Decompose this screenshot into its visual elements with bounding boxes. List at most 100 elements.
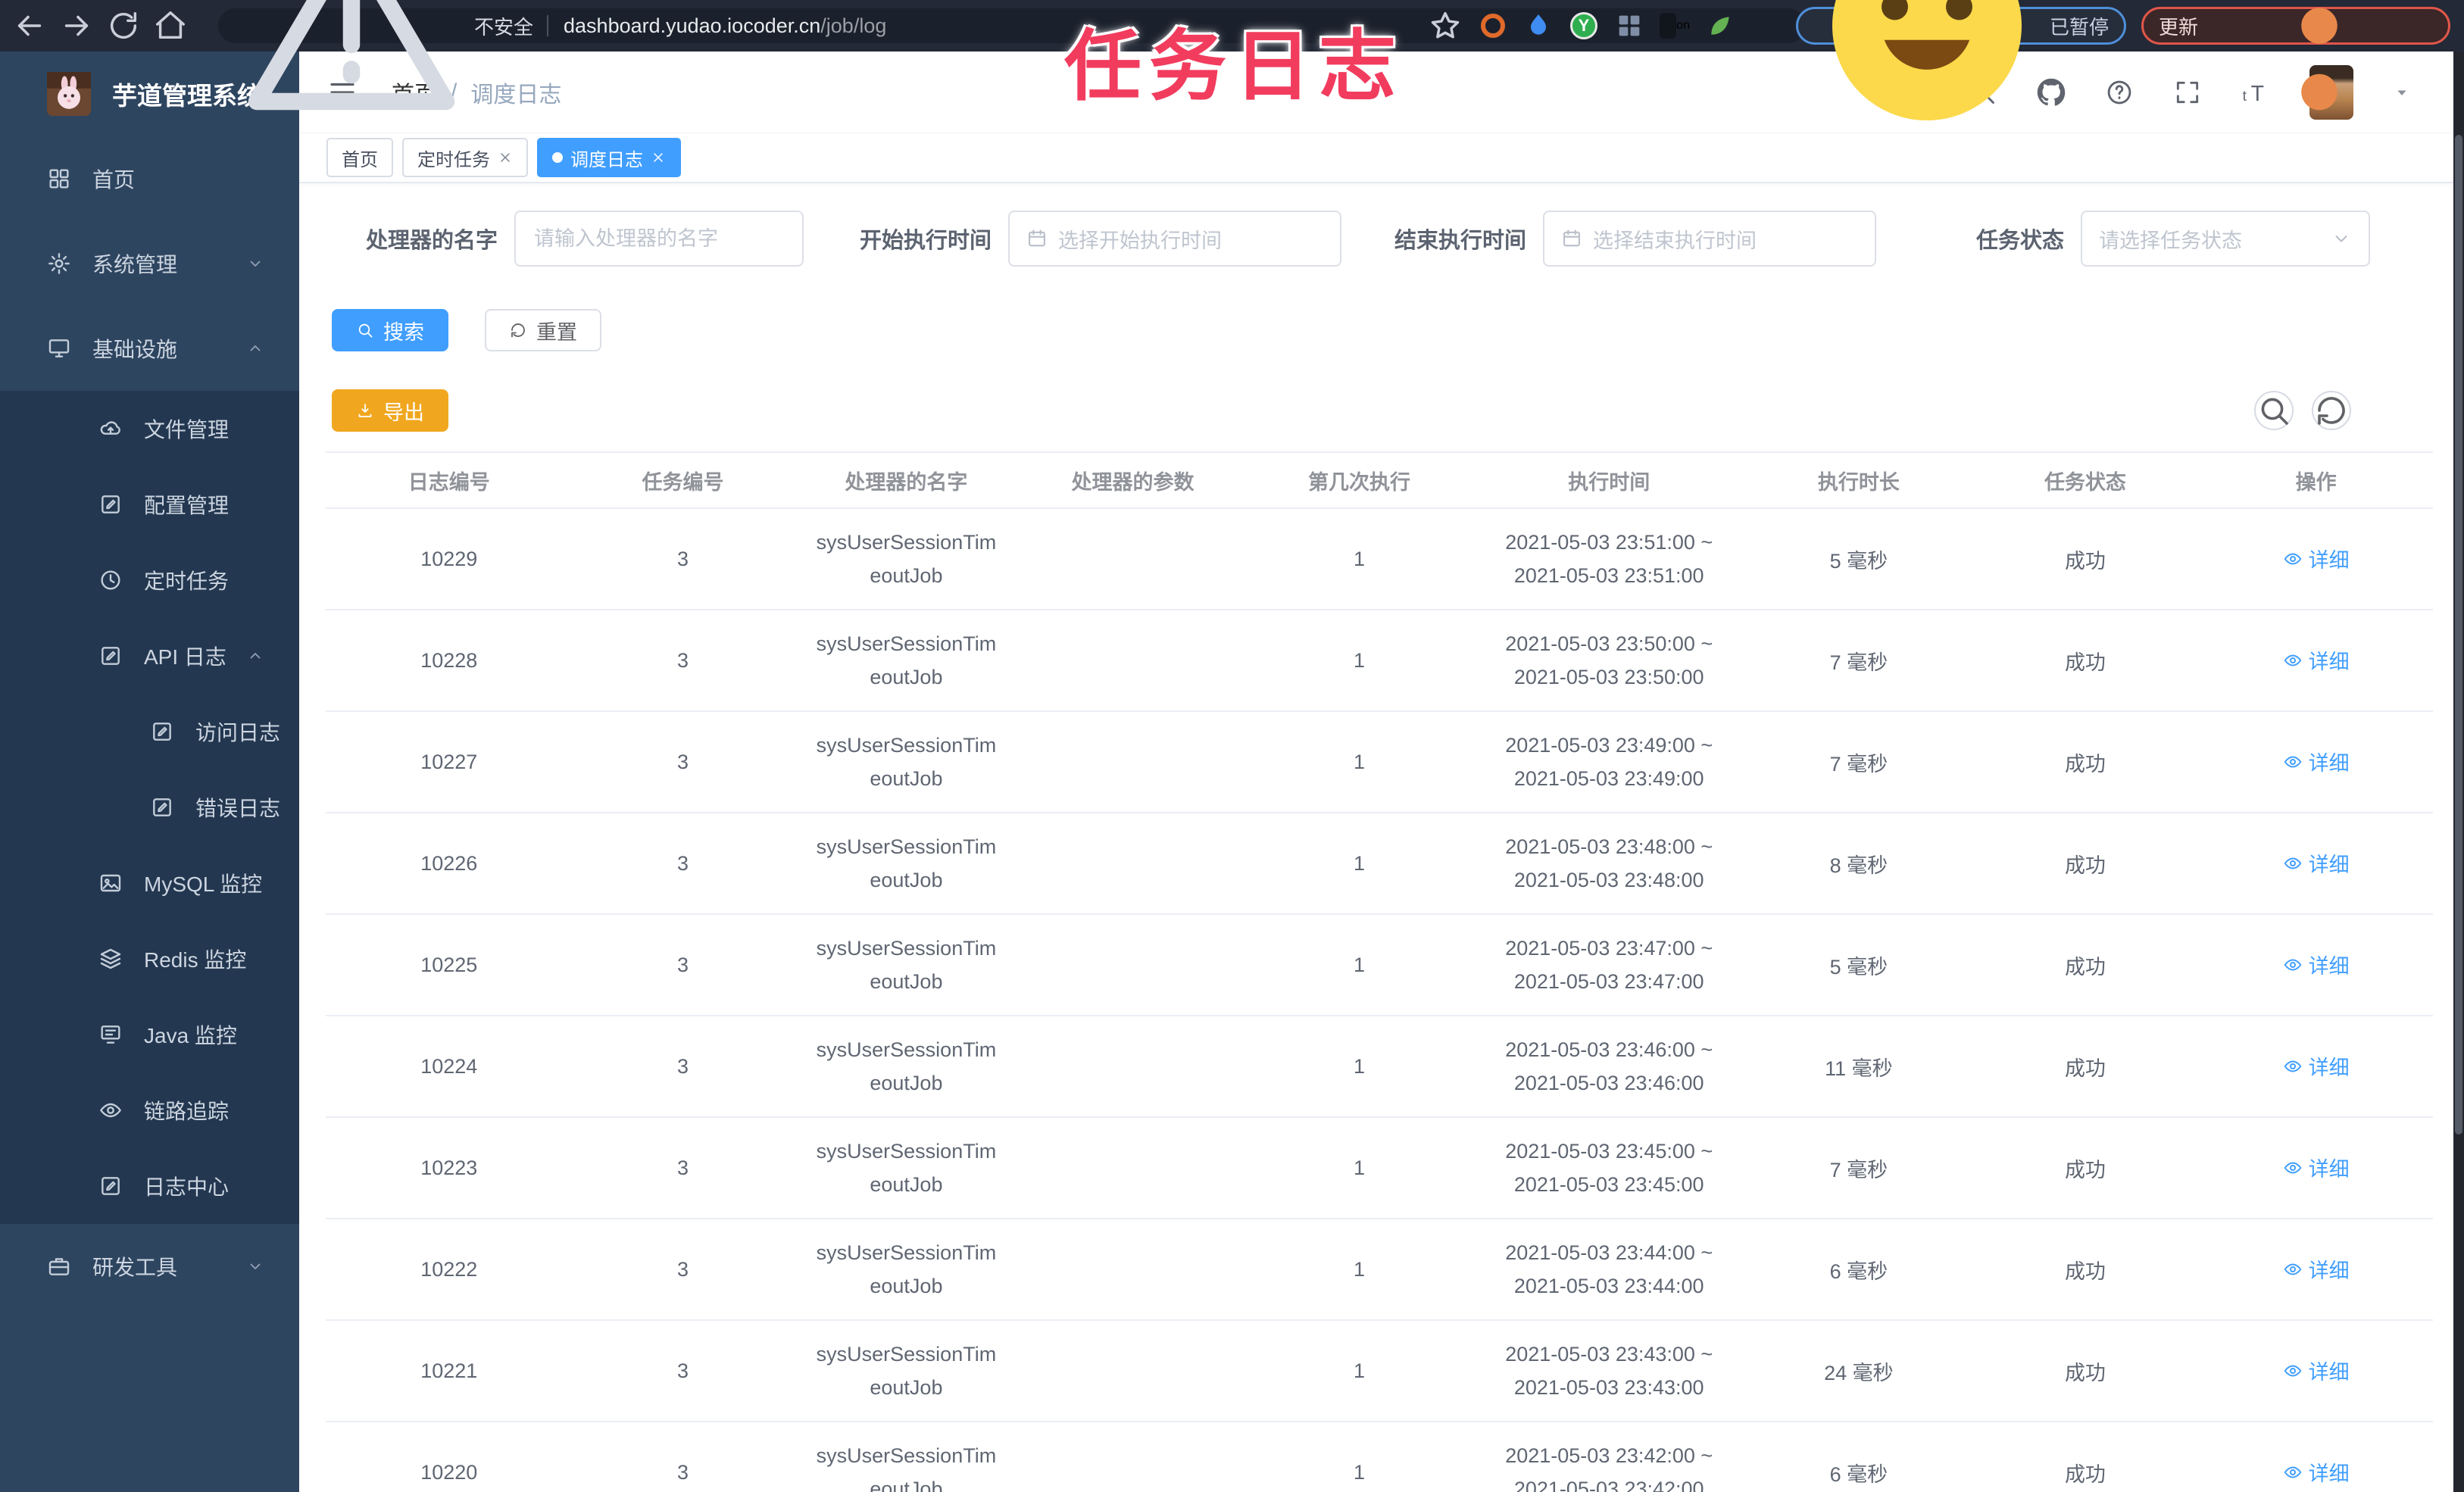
- reset-button[interactable]: 重置: [485, 309, 601, 351]
- detail-link[interactable]: 详细: [2283, 1153, 2350, 1182]
- edit-icon: [98, 492, 123, 517]
- sidebar-item-file[interactable]: 文件管理: [0, 391, 299, 467]
- sidebar-item-mysql[interactable]: MySQL 监控: [0, 845, 299, 921]
- duration-cell: 7 毫秒: [1746, 610, 1972, 712]
- calendar-icon: [1561, 228, 1582, 249]
- fullscreen-button[interactable]: [2173, 78, 2202, 107]
- extension-icon-drop[interactable]: [1523, 11, 1554, 41]
- refresh-table-button[interactable]: [2312, 391, 2351, 430]
- export-button[interactable]: 导出: [332, 389, 448, 432]
- browser-reload-button[interactable]: [106, 8, 141, 43]
- execute-index-cell: 1: [1246, 1422, 1472, 1492]
- page-scrollbar[interactable]: [2453, 52, 2464, 1492]
- extensions-puzzle-icon[interactable]: [1750, 11, 1781, 41]
- detail-link[interactable]: 详细: [2283, 544, 2350, 573]
- time-cell: 2021-05-03 23:45:00 ~2021-05-03 23:45:00: [1472, 1117, 1747, 1219]
- extension-icon-grid[interactable]: [1614, 11, 1644, 41]
- handler-cell: sysUserSessionTim eoutJob: [793, 508, 1020, 610]
- scrollbar-thumb[interactable]: [2455, 135, 2462, 1135]
- time-cell: 2021-05-03 23:46:00 ~2021-05-03 23:46:00: [1472, 1016, 1747, 1118]
- job-id-cell: 3: [572, 813, 794, 915]
- param-cell: [1019, 1117, 1247, 1219]
- detail-link[interactable]: 详细: [2283, 1457, 2350, 1487]
- duration-cell: 7 毫秒: [1746, 1117, 1972, 1219]
- log-id-cell: 10225: [326, 914, 573, 1016]
- fullscreen-icon: [2173, 78, 2202, 107]
- search-button[interactable]: 搜索: [332, 309, 448, 351]
- url-text: dashboard.yudao.iocoder.cn/job/log: [564, 14, 886, 38]
- sidebar-item-dev-tools[interactable]: 研发工具: [0, 1224, 299, 1309]
- sidebar-item-java[interactable]: Java 监控: [0, 997, 299, 1072]
- detail-link[interactable]: 详细: [2283, 1254, 2350, 1284]
- sidebar-item-infra[interactable]: 基础设施: [0, 306, 299, 391]
- close-icon[interactable]: [498, 150, 513, 165]
- eye-icon: [2283, 854, 2303, 873]
- tag-调度日志[interactable]: 调度日志: [537, 138, 681, 177]
- job-status-placeholder: 请选择任务状态: [2099, 229, 2243, 252]
- sidebar-item-api-log[interactable]: API 日志: [0, 618, 299, 694]
- browser-menu-icon[interactable]: [2206, 0, 2433, 139]
- detail-link-label: 详细: [2308, 1057, 2350, 1080]
- job-id-cell: 3: [572, 711, 794, 813]
- toggle-search-button[interactable]: [2254, 391, 2294, 430]
- job-status-select[interactable]: 请选择任务状态: [2081, 211, 2371, 267]
- not-secure-label[interactable]: 不安全: [474, 12, 533, 40]
- tag-首页[interactable]: 首页: [326, 138, 393, 177]
- sidebar-item-error-log[interactable]: 错误日志: [0, 769, 299, 845]
- detail-link[interactable]: 详细: [2283, 1356, 2350, 1385]
- sidebar-item-home[interactable]: 首页: [0, 136, 299, 221]
- detail-link[interactable]: 详细: [2283, 1051, 2350, 1081]
- sidebar-item-redis[interactable]: Redis 监控: [0, 921, 299, 997]
- sidebar-item-label: 文件管理: [144, 418, 230, 442]
- begin-time-picker[interactable]: 选择开始执行时间: [1008, 211, 1342, 267]
- tag-定时任务[interactable]: 定时任务: [402, 138, 528, 177]
- detail-link-label: 详细: [2308, 1259, 2350, 1283]
- extension-icon-orange[interactable]: [1478, 11, 1508, 41]
- docs-help-button[interactable]: [2105, 78, 2134, 107]
- end-time-picker[interactable]: 选择结束执行时间: [1543, 211, 1877, 267]
- extension-icon-green-y[interactable]: Y: [1569, 11, 1599, 41]
- update-label: 更新: [2158, 15, 2198, 39]
- detail-link[interactable]: 详细: [2283, 848, 2350, 878]
- log-id-cell: 10226: [326, 813, 573, 915]
- handler-cell: sysUserSessionTim eoutJob: [793, 1016, 1020, 1118]
- sidebar-item-system[interactable]: 系统管理: [0, 221, 299, 306]
- extension-icon-on[interactable]: on: [1659, 11, 1690, 41]
- bookmark-star-button[interactable]: [1428, 8, 1463, 43]
- sidebar-item-label: 错误日志: [195, 797, 281, 820]
- job-id-cell: 3: [572, 1016, 794, 1118]
- detail-link[interactable]: 详细: [2283, 950, 2350, 979]
- picture-icon: [98, 871, 123, 895]
- java-icon: [98, 1022, 123, 1047]
- execute-index-cell: 1: [1246, 1016, 1472, 1118]
- detail-link-label: 详细: [2308, 854, 2350, 877]
- sidebar-item-label: Redis 监控: [144, 948, 247, 972]
- handler-name-input[interactable]: [514, 211, 804, 267]
- status-cell: 成功: [1971, 1016, 2200, 1118]
- browser-forward-button[interactable]: [59, 8, 94, 43]
- sidebar-item-trace[interactable]: 链路追踪: [0, 1072, 299, 1148]
- github-link[interactable]: [2037, 78, 2066, 107]
- question-icon: [2105, 78, 2134, 107]
- extension-icon-leaf[interactable]: [1705, 11, 1735, 41]
- sidebar-item-log-center[interactable]: 日志中心: [0, 1148, 299, 1224]
- close-icon[interactable]: [651, 150, 666, 165]
- detail-link[interactable]: 详细: [2283, 645, 2350, 675]
- duration-cell: 24 毫秒: [1746, 1320, 1972, 1422]
- time-cell: 2021-05-03 23:51:00 ~2021-05-03 23:51:00: [1472, 508, 1747, 610]
- execute-index-cell: 1: [1246, 914, 1472, 1016]
- browser-home-button[interactable]: [153, 8, 188, 43]
- detail-link-label: 详细: [2308, 955, 2350, 979]
- sidebar-item-access-log[interactable]: 访问日志: [0, 694, 299, 769]
- detail-link[interactable]: 详细: [2283, 747, 2350, 776]
- browser-chrome: 不安全 dashboard.yudao.iocoder.cn/job/log Y…: [0, 0, 2464, 120]
- sidebar-item-label: 链路追踪: [144, 1100, 230, 1123]
- emoji-avatar: [1813, 0, 2041, 139]
- sidebar-item-cron[interactable]: 定时任务: [0, 542, 299, 618]
- sidebar-item-config[interactable]: 配置管理: [0, 467, 299, 542]
- browser-back-button[interactable]: [12, 8, 47, 43]
- browser-update-button[interactable]: 更新: [2141, 7, 2450, 111]
- star-icon: [1428, 8, 1463, 43]
- profile-paused-badge[interactable]: 已暂停: [1795, 0, 2126, 120]
- param-cell: [1019, 610, 1247, 712]
